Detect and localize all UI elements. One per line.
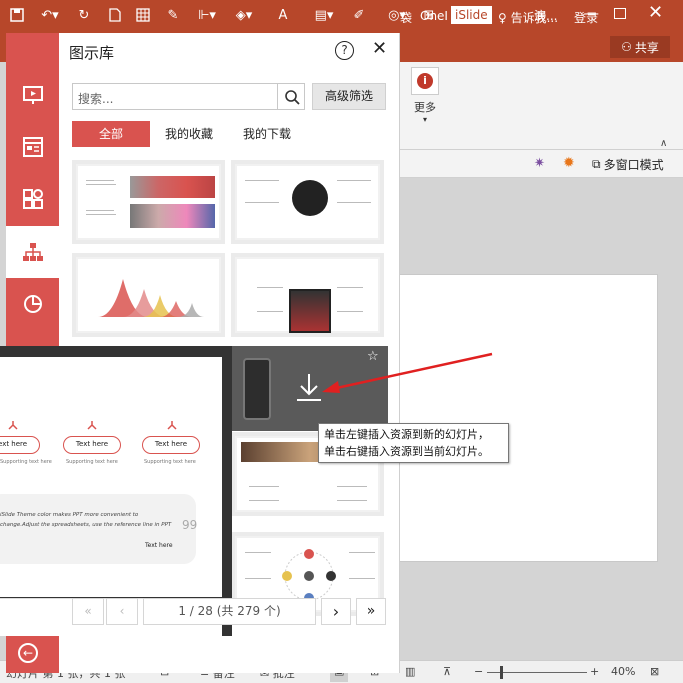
prev-page-button[interactable]: ‹ xyxy=(106,598,138,625)
fit-slide-icon[interactable]: ⊠ xyxy=(650,665,659,678)
panel-title: 图示库 xyxy=(69,44,115,62)
redo-icon[interactable]: ↻ xyxy=(74,5,94,25)
page-info: 1 / 28 (共 279 个) xyxy=(143,598,316,625)
table-icon[interactable] xyxy=(134,5,152,25)
back-arrow-icon[interactable]: ← xyxy=(18,643,38,663)
zoom-in-button[interactable]: + xyxy=(590,665,599,678)
close-icon[interactable]: ✕ xyxy=(372,38,387,59)
diagram-thumbnail-3[interactable] xyxy=(72,253,225,337)
diagram-thumbnail-2[interactable] xyxy=(231,160,384,244)
share-button[interactable]: ⚇ 共享 xyxy=(610,36,670,58)
tab-favorites[interactable]: 我的收藏 xyxy=(157,121,221,147)
diagram-thumbnail-4[interactable] xyxy=(231,253,384,337)
shapes-library-icon xyxy=(22,189,43,209)
search-input[interactable]: 搜索... xyxy=(72,83,305,110)
brush-icon[interactable]: ✐ xyxy=(350,5,368,25)
windows-icon: ⧉ xyxy=(592,157,601,171)
tell-me-label: 告诉我... xyxy=(510,11,559,25)
undo-icon[interactable]: ↶▾ xyxy=(35,5,65,25)
advanced-filter-button[interactable]: 高级筛选 xyxy=(312,83,386,110)
org-chart-icon xyxy=(22,243,43,261)
paste-icon[interactable]: ▤▾ xyxy=(310,5,338,25)
font-color-icon[interactable]: A xyxy=(274,5,292,25)
more-label: 更多 xyxy=(414,101,436,114)
search-icon[interactable] xyxy=(277,83,305,110)
multi-window-button[interactable]: ⧉ 多窗口模式 xyxy=(592,156,664,173)
zoom-slider-thumb[interactable] xyxy=(500,666,503,679)
sidebar-item-diagrams[interactable] xyxy=(6,226,59,278)
zoom-level[interactable]: 40% xyxy=(611,665,635,678)
tooltip-line-2: 单击右键插入资源到当前幻灯片。 xyxy=(324,445,489,458)
tell-me-search[interactable]: ♀ 告诉我... xyxy=(498,9,558,26)
node-icon xyxy=(87,421,97,430)
ribbon-tab-0[interactable]: 袋 xyxy=(400,9,412,26)
tooltip-line-1: 单击左键插入资源到新的幻灯片， xyxy=(324,428,489,441)
multi-window-label: 多窗口模式 xyxy=(603,158,664,172)
node-icon xyxy=(167,421,177,430)
ribbon-body xyxy=(400,62,683,150)
save-icon[interactable] xyxy=(8,5,26,25)
annotation-arrow xyxy=(322,352,493,393)
tab-all[interactable]: 全部 xyxy=(72,121,150,147)
preview-subtext: Supporting text here xyxy=(66,459,118,465)
islide-more-icon: i xyxy=(411,67,439,95)
sidebar-item-shapes[interactable] xyxy=(6,174,59,224)
close-window-icon[interactable]: ✕ xyxy=(648,2,663,23)
align-icon[interactable]: ⊩▾ xyxy=(193,5,221,25)
first-page-button[interactable]: « xyxy=(72,598,104,625)
preview-subtext: Supporting text here xyxy=(0,459,52,465)
layout-icon xyxy=(22,137,43,157)
zoom-out-button[interactable]: − xyxy=(474,665,483,678)
person-icon: ⚇ xyxy=(621,40,632,54)
fill-icon[interactable]: ◈▾ xyxy=(230,5,258,25)
preview-pill: Text here xyxy=(0,436,40,454)
preview-pill: Text here xyxy=(63,436,121,454)
preview-quote-text: iSlide Theme color makes PPT more conven… xyxy=(0,512,172,529)
node-icon xyxy=(8,421,18,430)
gear-icon[interactable]: ✹ xyxy=(563,155,575,171)
next-page-button[interactable]: › xyxy=(321,598,351,625)
sign-in-link[interactable]: 登录 xyxy=(574,9,598,26)
sidebar-item-charts[interactable] xyxy=(6,278,59,328)
reading-view-icon[interactable]: ▥ xyxy=(405,665,415,678)
pie-chart-icon xyxy=(23,295,42,313)
slideshow-icon[interactable]: ⊼ xyxy=(443,665,451,678)
phone-image xyxy=(243,358,271,420)
eyedropper-icon[interactable]: ✎ xyxy=(164,5,182,25)
maximize-icon[interactable] xyxy=(614,8,626,19)
sidebar-item-layouts[interactable] xyxy=(6,122,59,172)
more-button[interactable]: i 更多 ▾ xyxy=(408,65,442,125)
preview-quote-author: Text here xyxy=(145,542,173,549)
quote-icon: 99 xyxy=(182,518,198,532)
help-icon[interactable]: ? xyxy=(335,41,354,60)
ribbon-tab-islide[interactable]: iSlide xyxy=(451,6,492,24)
tab-downloads[interactable]: 我的下载 xyxy=(234,121,300,147)
magic-wand-icon[interactable]: ✷ xyxy=(534,156,545,171)
chevron-down-icon: ▾ xyxy=(422,115,427,124)
download-tooltip: 单击左键插入资源到新的幻灯片， 单击右键插入资源到当前幻灯片。 xyxy=(318,423,509,463)
share-label: 共享 xyxy=(634,40,659,55)
slide-canvas[interactable] xyxy=(398,274,658,562)
presentation-icon xyxy=(22,86,43,104)
preview-subtext: Supporting text here xyxy=(144,459,196,465)
preview-pill: Text here xyxy=(142,436,200,454)
ribbon-tab-onenote[interactable]: OneI xyxy=(420,9,448,23)
collapse-ribbon-icon[interactable]: ∧ xyxy=(660,138,667,149)
last-page-button[interactable]: » xyxy=(356,598,386,625)
diagram-thumbnail-1[interactable] xyxy=(72,160,225,244)
sidebar-item-slides[interactable] xyxy=(6,70,59,120)
new-icon[interactable] xyxy=(106,5,124,25)
